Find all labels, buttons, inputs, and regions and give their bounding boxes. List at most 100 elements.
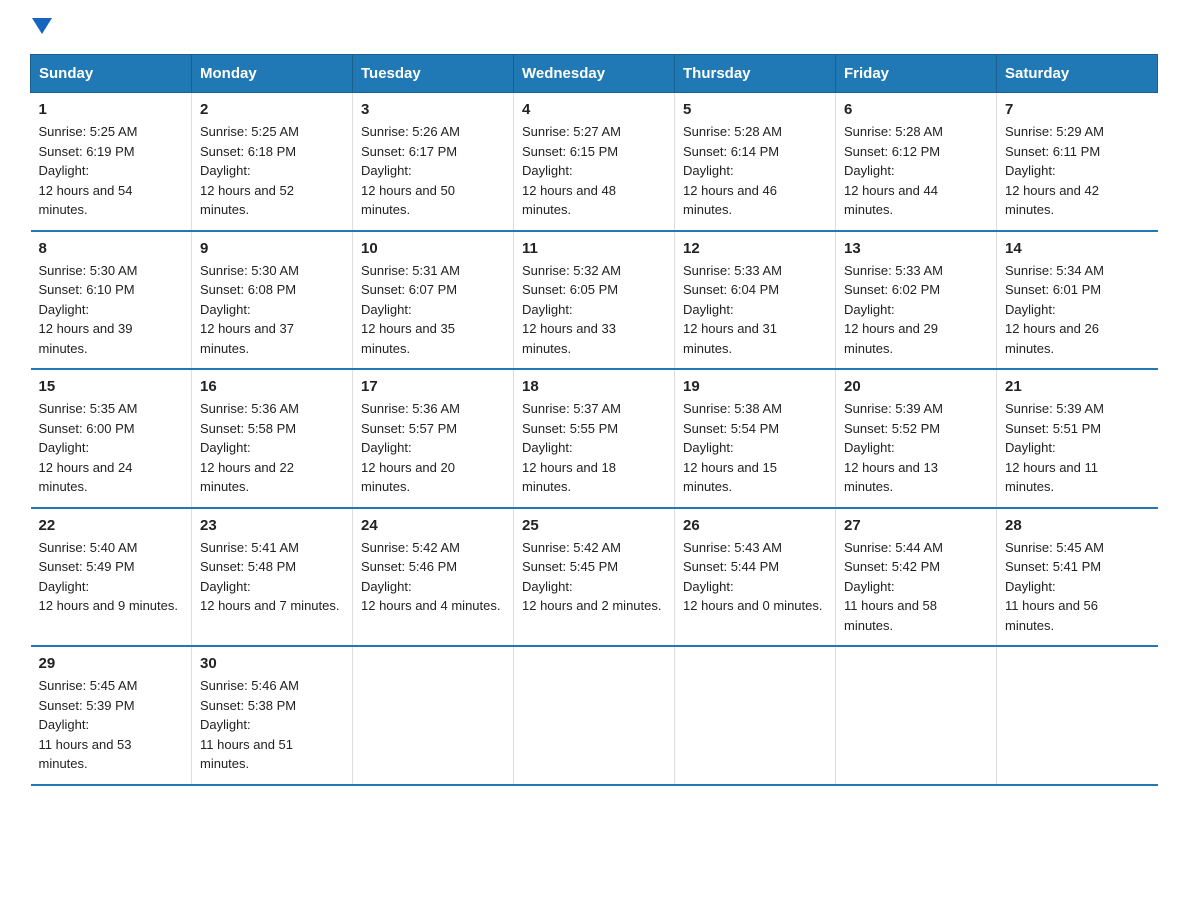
- day-cell: 22Sunrise: 5:40 AMSunset: 5:49 PMDayligh…: [31, 508, 192, 647]
- day-cell: 18 Sunrise: 5:37 AMSunset: 5:55 PMDayligh…: [514, 369, 675, 508]
- day-info: Sunrise: 5:34 AMSunset: 6:01 PMDaylight:…: [1005, 261, 1150, 359]
- day-info: Sunrise: 5:35 AMSunset: 6:00 PMDaylight:…: [39, 399, 184, 497]
- day-number: 6: [844, 101, 988, 118]
- day-info: Sunrise: 5:31 AMSunset: 6:07 PMDaylight:…: [361, 261, 505, 359]
- header-cell-wednesday: Wednesday: [514, 55, 675, 93]
- day-cell: [675, 646, 836, 785]
- day-number: 17: [361, 378, 505, 395]
- day-number: 25: [522, 517, 666, 534]
- day-cell: [836, 646, 997, 785]
- day-cell: 8Sunrise: 5:30 AMSunset: 6:10 PMDaylight…: [31, 231, 192, 370]
- day-cell: 29 Sunrise: 5:45 AMSunset: 5:39 PMDayligh…: [31, 646, 192, 785]
- day-cell: 28 Sunrise: 5:45 AMSunset: 5:41 PMDayligh…: [997, 508, 1158, 647]
- day-info: Sunrise: 5:38 AMSunset: 5:54 PMDaylight:…: [683, 399, 827, 497]
- day-info: Sunrise: 5:42 AMSunset: 5:45 PMDaylight:…: [522, 538, 666, 616]
- day-info: Sunrise: 5:33 AMSunset: 6:02 PMDaylight:…: [844, 261, 988, 359]
- page-header: [30, 20, 1158, 36]
- day-info: Sunrise: 5:45 AMSunset: 5:41 PMDaylight:…: [1005, 538, 1150, 636]
- day-info: Sunrise: 5:44 AMSunset: 5:42 PMDaylight:…: [844, 538, 988, 636]
- week-row-3: 15 Sunrise: 5:35 AMSunset: 6:00 PMDayligh…: [31, 369, 1158, 508]
- day-info: Sunrise: 5:28 AMSunset: 6:12 PMDaylight:…: [844, 122, 988, 220]
- day-number: 26: [683, 517, 827, 534]
- day-info: Sunrise: 5:41 AMSunset: 5:48 PMDaylight:…: [200, 538, 344, 616]
- day-info: Sunrise: 5:25 AMSunset: 6:19 PMDaylight:…: [39, 122, 184, 220]
- day-number: 14: [1005, 240, 1150, 257]
- calendar-header: SundayMondayTuesdayWednesdayThursdayFrid…: [31, 55, 1158, 93]
- day-info: Sunrise: 5:37 AMSunset: 5:55 PMDaylight:…: [522, 399, 666, 497]
- day-info: Sunrise: 5:42 AMSunset: 5:46 PMDaylight:…: [361, 538, 505, 616]
- day-cell: 3 Sunrise: 5:26 AMSunset: 6:17 PMDaylight…: [353, 93, 514, 231]
- day-cell: 2 Sunrise: 5:25 AMSunset: 6:18 PMDaylight…: [192, 93, 353, 231]
- day-number: 1: [39, 101, 184, 118]
- header-row: SundayMondayTuesdayWednesdayThursdayFrid…: [31, 55, 1158, 93]
- day-number: 7: [1005, 101, 1150, 118]
- day-cell: 11 Sunrise: 5:32 AMSunset: 6:05 PMDayligh…: [514, 231, 675, 370]
- week-row-2: 8Sunrise: 5:30 AMSunset: 6:10 PMDaylight…: [31, 231, 1158, 370]
- day-number: 15: [39, 378, 184, 395]
- week-row-1: 1 Sunrise: 5:25 AMSunset: 6:19 PMDaylight…: [31, 93, 1158, 231]
- logo: [30, 20, 52, 36]
- day-cell: 9Sunrise: 5:30 AMSunset: 6:08 PMDaylight…: [192, 231, 353, 370]
- day-info: Sunrise: 5:25 AMSunset: 6:18 PMDaylight:…: [200, 122, 344, 220]
- day-number: 13: [844, 240, 988, 257]
- logo-triangle-icon: [32, 18, 52, 34]
- day-cell: 19 Sunrise: 5:38 AMSunset: 5:54 PMDayligh…: [675, 369, 836, 508]
- header-cell-saturday: Saturday: [997, 55, 1158, 93]
- header-cell-friday: Friday: [836, 55, 997, 93]
- day-number: 10: [361, 240, 505, 257]
- day-cell: 7 Sunrise: 5:29 AMSunset: 6:11 PMDaylight…: [997, 93, 1158, 231]
- day-info: Sunrise: 5:39 AMSunset: 5:51 PMDaylight:…: [1005, 399, 1150, 497]
- day-number: 27: [844, 517, 988, 534]
- day-number: 23: [200, 517, 344, 534]
- day-number: 9: [200, 240, 344, 257]
- header-cell-thursday: Thursday: [675, 55, 836, 93]
- day-cell: 1 Sunrise: 5:25 AMSunset: 6:19 PMDaylight…: [31, 93, 192, 231]
- day-number: 30: [200, 655, 344, 672]
- day-number: 28: [1005, 517, 1150, 534]
- day-info: Sunrise: 5:29 AMSunset: 6:11 PMDaylight:…: [1005, 122, 1150, 220]
- day-cell: 20 Sunrise: 5:39 AMSunset: 5:52 PMDayligh…: [836, 369, 997, 508]
- day-number: 29: [39, 655, 184, 672]
- day-number: 24: [361, 517, 505, 534]
- day-number: 2: [200, 101, 344, 118]
- day-cell: 16Sunrise: 5:36 AMSunset: 5:58 PMDayligh…: [192, 369, 353, 508]
- day-info: Sunrise: 5:43 AMSunset: 5:44 PMDaylight:…: [683, 538, 827, 616]
- day-info: Sunrise: 5:26 AMSunset: 6:17 PMDaylight:…: [361, 122, 505, 220]
- day-cell: [353, 646, 514, 785]
- day-info: Sunrise: 5:27 AMSunset: 6:15 PMDaylight:…: [522, 122, 666, 220]
- day-cell: 14 Sunrise: 5:34 AMSunset: 6:01 PMDayligh…: [997, 231, 1158, 370]
- day-info: Sunrise: 5:30 AMSunset: 6:10 PMDaylight:…: [39, 261, 184, 359]
- calendar-table: SundayMondayTuesdayWednesdayThursdayFrid…: [30, 54, 1158, 786]
- day-number: 11: [522, 240, 666, 257]
- day-cell: 21 Sunrise: 5:39 AMSunset: 5:51 PMDayligh…: [997, 369, 1158, 508]
- day-number: 3: [361, 101, 505, 118]
- day-cell: 4Sunrise: 5:27 AMSunset: 6:15 PMDaylight…: [514, 93, 675, 231]
- day-number: 21: [1005, 378, 1150, 395]
- day-cell: 17 Sunrise: 5:36 AMSunset: 5:57 PMDayligh…: [353, 369, 514, 508]
- day-number: 18: [522, 378, 666, 395]
- header-cell-monday: Monday: [192, 55, 353, 93]
- day-number: 5: [683, 101, 827, 118]
- day-cell: 26 Sunrise: 5:43 AMSunset: 5:44 PMDayligh…: [675, 508, 836, 647]
- day-info: Sunrise: 5:39 AMSunset: 5:52 PMDaylight:…: [844, 399, 988, 497]
- day-cell: 15 Sunrise: 5:35 AMSunset: 6:00 PMDayligh…: [31, 369, 192, 508]
- day-number: 16: [200, 378, 344, 395]
- day-info: Sunrise: 5:32 AMSunset: 6:05 PMDaylight:…: [522, 261, 666, 359]
- day-cell: [514, 646, 675, 785]
- day-number: 20: [844, 378, 988, 395]
- day-cell: 6 Sunrise: 5:28 AMSunset: 6:12 PMDaylight…: [836, 93, 997, 231]
- day-info: Sunrise: 5:45 AMSunset: 5:39 PMDaylight:…: [39, 676, 184, 774]
- day-info: Sunrise: 5:33 AMSunset: 6:04 PMDaylight:…: [683, 261, 827, 359]
- day-cell: [997, 646, 1158, 785]
- week-row-5: 29 Sunrise: 5:45 AMSunset: 5:39 PMDayligh…: [31, 646, 1158, 785]
- day-number: 12: [683, 240, 827, 257]
- day-number: 19: [683, 378, 827, 395]
- day-cell: 23 Sunrise: 5:41 AMSunset: 5:48 PMDayligh…: [192, 508, 353, 647]
- day-cell: 27 Sunrise: 5:44 AMSunset: 5:42 PMDayligh…: [836, 508, 997, 647]
- day-cell: 10 Sunrise: 5:31 AMSunset: 6:07 PMDayligh…: [353, 231, 514, 370]
- day-cell: 24 Sunrise: 5:42 AMSunset: 5:46 PMDayligh…: [353, 508, 514, 647]
- day-cell: 25 Sunrise: 5:42 AMSunset: 5:45 PMDayligh…: [514, 508, 675, 647]
- calendar-body: 1 Sunrise: 5:25 AMSunset: 6:19 PMDaylight…: [31, 93, 1158, 785]
- day-info: Sunrise: 5:36 AMSunset: 5:57 PMDaylight:…: [361, 399, 505, 497]
- day-cell: 5Sunrise: 5:28 AMSunset: 6:14 PMDaylight…: [675, 93, 836, 231]
